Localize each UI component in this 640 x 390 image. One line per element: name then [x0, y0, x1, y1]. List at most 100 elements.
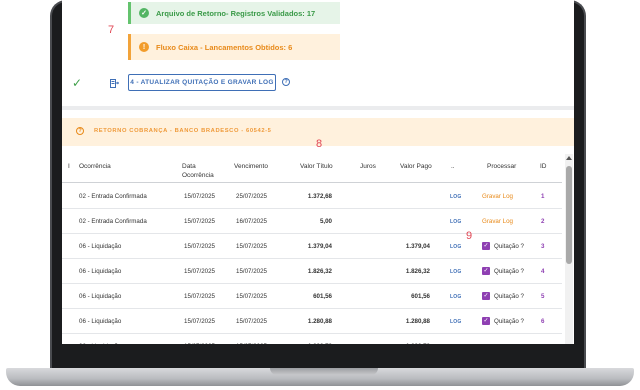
cell-vencimento: 15/07/2025: [236, 318, 267, 325]
col-header-ocorrencia[interactable]: Ocorrência: [79, 162, 111, 171]
quitacao-checkbox[interactable]: ✓: [482, 267, 490, 275]
table-row[interactable]: 02 - Entrada Confirmada 15/07/2025 25/07/2…: [62, 184, 562, 209]
file-upload-icon[interactable]: [110, 78, 119, 88]
cell-valor-titulo: 1.372,68: [307, 193, 332, 200]
retorno-table: I Ocorrência Data Ocorrência Vencimento …: [62, 154, 574, 344]
status-card: 7 ✓ Arquivo de Retorno- Registros Valida…: [62, 0, 574, 106]
quitacao-label[interactable]: Quitação ?: [494, 268, 524, 275]
cell-ocorrencia: 06 - Liquidação: [79, 243, 122, 250]
validated-records-text: Arquivo de Retorno- Registros Validados:…: [156, 8, 316, 18]
check-circle-icon: ✓: [139, 8, 149, 18]
cell-valor-titulo: 5,00: [319, 218, 332, 225]
table-row[interactable]: 06 - Liquidação 15/07/2025 15/07/2025 1.826…: [62, 259, 562, 284]
cell-vencimento: 16/07/2025: [236, 218, 267, 225]
cell-data-ocorrencia: 15/07/2025: [184, 343, 215, 344]
cell-valor-titulo: 1.020,72: [290, 343, 332, 344]
base-groove: [270, 368, 378, 375]
col-header-juros[interactable]: Juros: [360, 162, 376, 171]
cell-data-ocorrencia: 15/07/2025: [184, 293, 215, 300]
table-scrollbar[interactable]: [565, 154, 573, 344]
step-marker-8: 8: [316, 138, 323, 150]
col-header-valor-titulo[interactable]: Valor Título: [300, 162, 333, 171]
cell-ocorrencia: 06 - Liquidação: [79, 293, 122, 300]
cell-ocorrencia: 02 - Entrada Confirmada: [79, 218, 147, 225]
row-id: 6: [541, 318, 545, 325]
cash-flow-alert: ! Fluxo Caixa - Lancamentos Obtidos: 6: [128, 34, 340, 60]
cell-valor-pago: 601,56: [411, 293, 430, 300]
cell-vencimento: 15/07/2025: [236, 293, 267, 300]
quitacao-label[interactable]: Quitação ?: [494, 243, 524, 250]
col-header-vencimento[interactable]: Vencimento: [234, 162, 268, 171]
cell-data-ocorrencia: 15/07/2025: [184, 318, 215, 325]
cell-valor-titulo: 1.379,04: [307, 243, 332, 250]
table-row[interactable]: 02 - Entrada Confirmada 15/07/2025 16/07/2…: [62, 209, 562, 234]
row-id: 2: [541, 218, 545, 225]
log-link[interactable]: LOG: [450, 219, 461, 225]
laptop-screen: 7 ✓ Arquivo de Retorno- Registros Valida…: [62, 0, 574, 344]
cell-valor-titulo: 1.280,88: [307, 318, 332, 325]
table-row[interactable]: 06 - Liquidação 15/07/2025 15/07/2025 1.280…: [62, 309, 562, 334]
col-header-processar[interactable]: Processar: [487, 162, 516, 171]
col-header-id[interactable]: ID: [540, 162, 547, 171]
quitacao-label[interactable]: Quitação ?: [494, 293, 524, 300]
cell-vencimento: 15/07/2025: [236, 268, 267, 275]
cell-valor-pago: 1.379,04: [405, 243, 430, 250]
cell-data-ocorrencia: 15/07/2025: [184, 243, 215, 250]
log-link[interactable]: LOG: [450, 194, 461, 200]
update-action-row: ✓ 4 - ATUALIZAR QUITAÇÃO E GRAVAR LOG ?: [62, 74, 574, 96]
col-header-data-ocorrencia[interactable]: Data Ocorrência: [182, 162, 222, 180]
log-link[interactable]: LOG: [450, 294, 461, 300]
validated-records-alert: ✓ Arquivo de Retorno- Registros Validado…: [128, 2, 340, 24]
header-divider: [62, 182, 562, 183]
step-marker-7: 7: [108, 24, 115, 36]
app-viewport: 7 ✓ Arquivo de Retorno- Registros Valida…: [62, 0, 574, 344]
help-icon[interactable]: ?: [282, 78, 290, 86]
cash-flow-text: Fluxo Caixa - Lancamentos Obtidos: 6: [156, 42, 293, 52]
laptop-base: [6, 368, 634, 386]
step-marker-9: 9: [466, 230, 473, 242]
quitacao-checkbox[interactable]: ✓: [482, 292, 490, 300]
row-id: 5: [541, 293, 545, 300]
scroll-up-arrow-icon[interactable]: [566, 156, 572, 160]
row-id: 4: [541, 268, 545, 275]
col-header-indicator[interactable]: I: [68, 162, 70, 171]
scrollbar-thumb[interactable]: [566, 166, 572, 264]
retorno-title: RETORNO COBRANÇA - BANCO BRADESCO - 6054…: [94, 128, 272, 134]
cell-valor-pago: 1.020,72: [388, 343, 430, 344]
cell-valor-pago: 1.826,32: [405, 268, 430, 275]
cell-ocorrencia: 06 - Liquidação: [79, 343, 121, 344]
table-row[interactable]: 06 - Liquidação 15/07/2025 15/07/2025 1.379…: [62, 234, 562, 259]
row-id: 3: [541, 243, 545, 250]
log-link[interactable]: LOG: [450, 244, 461, 250]
cell-ocorrencia: 06 - Liquidação: [79, 318, 122, 325]
table-row[interactable]: 06 - Liquidação 15/07/2025 15/07/2025 601,5…: [62, 284, 562, 309]
gravar-log-link[interactable]: Gravar Log: [482, 193, 513, 200]
log-link[interactable]: LOG: [450, 319, 461, 325]
info-icon[interactable]: ?: [76, 127, 84, 135]
cell-data-ocorrencia: 15/07/2025: [184, 193, 215, 200]
row-id: 1: [541, 193, 545, 200]
col-header-valor-pago[interactable]: Valor Pago: [400, 162, 432, 171]
quitacao-label[interactable]: Quitação ?: [494, 318, 524, 325]
log-link[interactable]: LOG: [450, 269, 461, 275]
gravar-log-link[interactable]: Gravar Log: [482, 218, 513, 225]
cell-valor-titulo: 1.826,32: [307, 268, 332, 275]
done-check-icon: ✓: [72, 76, 83, 90]
update-settlement-button[interactable]: 4 - ATUALIZAR QUITAÇÃO E GRAVAR LOG: [128, 74, 276, 91]
quitacao-checkbox[interactable]: ✓: [482, 242, 490, 250]
col-header-log[interactable]: ..: [451, 162, 455, 171]
cell-vencimento: 25/07/2025: [236, 193, 267, 200]
exclamation-circle-icon: !: [139, 42, 149, 52]
retorno-bar: ? RETORNO COBRANÇA - BANCO BRADESCO - 60…: [62, 118, 574, 150]
card-divider: [62, 106, 574, 110]
cell-ocorrencia: 06 - Liquidação: [79, 268, 122, 275]
table-row[interactable]: 06 - Liquidação 15/07/2025 15/07/2025 1.020…: [62, 334, 562, 344]
cell-vencimento: 15/07/2025: [236, 343, 267, 344]
cell-data-ocorrencia: 15/07/2025: [184, 268, 215, 275]
cell-vencimento: 15/07/2025: [236, 243, 267, 250]
cell-valor-pago: 1.280,88: [405, 318, 430, 325]
cell-ocorrencia: 02 - Entrada Confirmada: [79, 193, 147, 200]
quitacao-checkbox[interactable]: ✓: [482, 317, 490, 325]
cell-valor-titulo: 601,56: [313, 293, 332, 300]
cell-data-ocorrencia: 15/07/2025: [184, 218, 215, 225]
